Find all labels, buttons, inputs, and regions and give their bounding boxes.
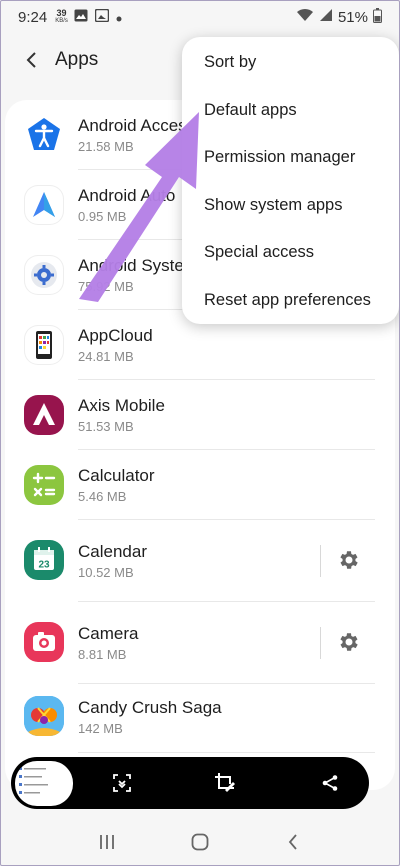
camera-icon — [24, 622, 64, 662]
menu-item-permission-manager[interactable]: Permission manager — [182, 134, 399, 182]
status-bar: 9:24 39 KB/s 51% — [0, 0, 400, 34]
recent-apps-button[interactable] — [87, 822, 127, 862]
app-settings-button[interactable] — [333, 545, 363, 575]
calendar-day: 23 — [38, 560, 50, 571]
menu-item-show-system-apps[interactable]: Show system apps — [182, 182, 399, 230]
app-size: 0.95 MB — [78, 209, 127, 224]
home-icon — [191, 833, 209, 851]
page-title: Apps — [55, 49, 99, 70]
appcloud-icon — [24, 325, 64, 365]
menu-item-default-apps[interactable]: Default apps — [182, 87, 399, 135]
battery-percent: 51% — [337, 8, 368, 26]
calculator-icon — [24, 465, 64, 505]
list-item[interactable]: 23 Calendar 10.52 MB — [5, 520, 395, 602]
crop-edit-icon — [215, 773, 235, 792]
scroll-capture-icon — [113, 774, 131, 792]
more-notifications-dot-icon — [116, 9, 122, 26]
overflow-menu: Sort by Default apps Permission manager … — [182, 37, 399, 324]
data-rate-unit: KB/s — [55, 18, 68, 24]
image-notification-icon — [74, 9, 88, 26]
menu-item-special-access[interactable]: Special access — [182, 229, 399, 277]
app-size: 5.46 MB — [78, 489, 127, 504]
app-name: Calendar — [78, 542, 147, 561]
chevron-left-icon — [26, 52, 36, 68]
app-size: 51.53 MB — [78, 419, 134, 434]
divider — [78, 752, 375, 753]
home-button[interactable] — [180, 822, 220, 862]
back-button[interactable] — [15, 43, 49, 77]
data-rate-value: 39 — [56, 8, 67, 18]
status-right: 51% — [296, 7, 382, 27]
app-size: 142 MB — [78, 721, 123, 736]
menu-item-reset-app-preferences[interactable]: Reset app preferences — [182, 277, 399, 325]
app-size: 75.92 MB — [78, 279, 134, 294]
app-name: Camera — [78, 624, 139, 643]
list-item[interactable]: Candy Crush Saga 142 MB — [5, 684, 395, 754]
status-time: 9:24 — [18, 8, 48, 26]
crop-edit-button[interactable] — [211, 769, 239, 797]
candy-crush-icon — [24, 696, 64, 736]
share-button[interactable] — [316, 769, 344, 797]
app-name: AppCloud — [78, 326, 153, 345]
app-name: Calculator — [78, 466, 155, 485]
vertical-separator — [320, 627, 321, 659]
app-settings-button[interactable] — [333, 627, 363, 657]
app-name: Axis Mobile — [78, 396, 165, 415]
gear-icon — [340, 633, 358, 651]
list-item[interactable]: Calculator 5.46 MB — [5, 450, 395, 520]
app-size: 24.81 MB — [78, 349, 134, 364]
axis-mobile-icon — [24, 395, 64, 435]
gallery-notification-icon — [94, 8, 110, 26]
share-icon — [322, 775, 338, 791]
app-name: Android Auto — [78, 186, 176, 205]
navigation-bar — [0, 818, 400, 866]
android-system-icon — [24, 255, 64, 295]
app-size: 10.52 MB — [78, 565, 134, 580]
list-item[interactable]: Axis Mobile 51.53 MB — [5, 380, 395, 450]
recent-apps-icon — [99, 835, 114, 849]
list-item[interactable]: Camera 8.81 MB — [5, 602, 395, 684]
menu-item-sort-by[interactable]: Sort by — [182, 39, 399, 87]
battery-icon — [373, 7, 382, 27]
scroll-capture-button[interactable] — [108, 769, 136, 797]
back-nav-button[interactable] — [273, 822, 313, 862]
android-auto-icon — [24, 185, 64, 225]
signal-icon — [319, 8, 333, 26]
screenshot-toolbar — [11, 757, 369, 809]
app-name: Candy Crush Saga — [78, 698, 222, 717]
data-rate: 39 KB/s — [55, 9, 68, 25]
wifi-icon — [296, 8, 314, 26]
calendar-icon: 23 — [24, 540, 64, 580]
gear-icon — [340, 551, 358, 569]
accessibility-icon — [24, 115, 64, 155]
app-size: 8.81 MB — [78, 647, 127, 662]
back-nav-icon — [289, 834, 297, 850]
vertical-separator — [320, 545, 321, 577]
screenshot-thumbnail[interactable] — [15, 761, 73, 806]
app-size: 21.58 MB — [78, 139, 134, 154]
